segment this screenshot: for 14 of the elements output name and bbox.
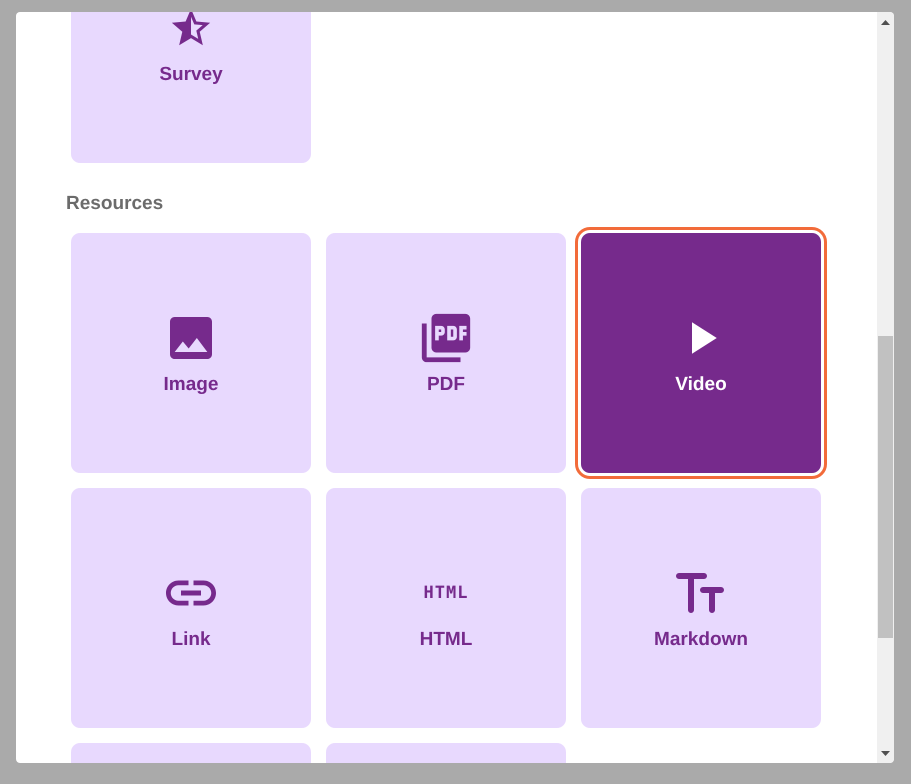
resource-card[interactable]: Video [581,233,821,473]
resource-card[interactable]: Image [71,233,311,473]
text-size-icon [676,573,726,613]
resource-card[interactable]: Markdown [581,488,821,728]
resource-card[interactable]: Survey [71,12,311,163]
html-logo: HTML [424,584,468,602]
resource-card[interactable]: Link [71,488,311,728]
scroll-down-icon[interactable] [881,750,890,756]
section-heading: Resources [66,193,164,215]
resource-card[interactable]: PDF [326,233,566,473]
scrollbar-thumb[interactable] [878,336,893,638]
scrollbar[interactable] [877,12,894,763]
scroll-up-icon[interactable] [881,20,890,24]
resource-card[interactable]: HTML HTML [326,488,566,728]
